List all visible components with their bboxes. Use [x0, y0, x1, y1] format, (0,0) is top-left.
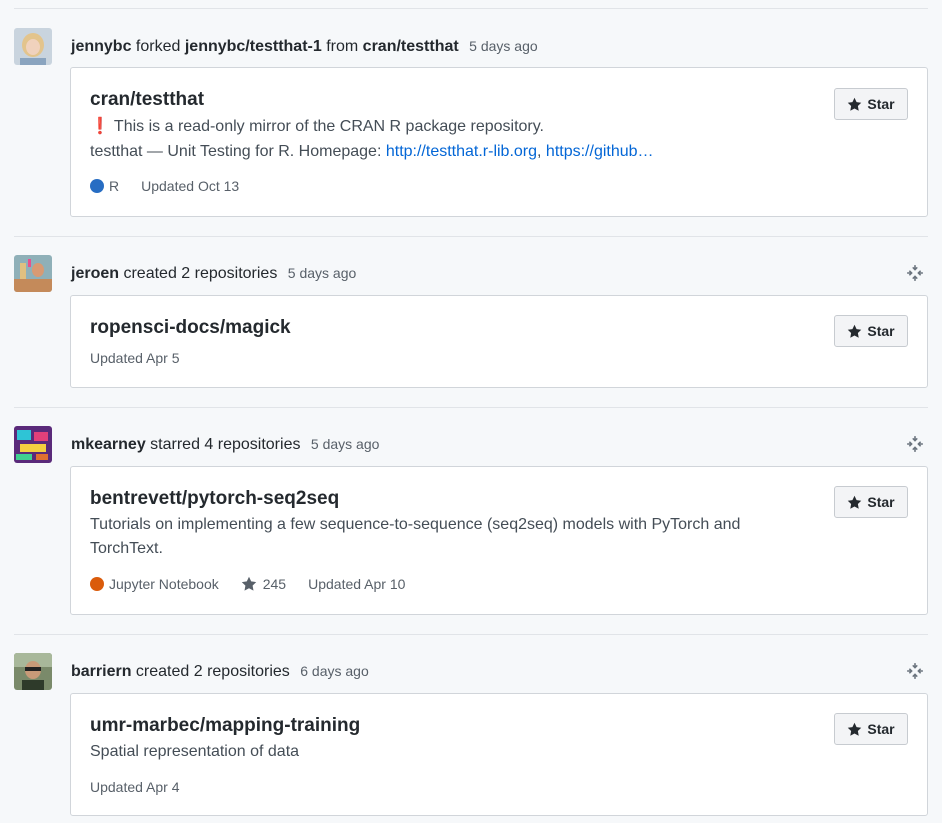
event-header: mkearney starred 4 repositories 5 days a… [71, 434, 379, 454]
repo-card: bentrevett/pytorch-seq2seq Tutorials on … [70, 466, 928, 615]
event-verb: created 2 repositories [123, 265, 278, 282]
star-icon [848, 97, 862, 111]
feed-divider [14, 634, 928, 635]
desc-text: This is a read-only mirror of the CRAN R… [113, 118, 544, 135]
language-name: Jupyter Notebook [109, 576, 219, 592]
github-link[interactable]: https://github… [546, 143, 654, 160]
repo-description: ❗ This is a read-only mirror of the CRAN … [90, 115, 790, 164]
repo-card: cran/testthat ❗ This is a read-only mirro… [70, 67, 928, 217]
unfold-icon[interactable] [906, 662, 924, 680]
event-time[interactable]: 5 days ago [288, 265, 357, 281]
star-label: Star [867, 323, 895, 339]
stargazers-link[interactable]: 245 [241, 575, 286, 593]
star-button[interactable]: Star [834, 88, 908, 120]
star-button[interactable]: Star [834, 486, 908, 518]
avatar[interactable] [14, 255, 52, 292]
fork-repo-link[interactable]: jennybc/testthat-1 [185, 38, 322, 55]
repo-title-link[interactable]: bentrevett/pytorch-seq2seq [90, 487, 339, 511]
event-time[interactable]: 6 days ago [300, 663, 369, 679]
repo-meta: Updated Apr 5 [90, 349, 180, 367]
repo-title-link[interactable]: cran/testthat [90, 88, 204, 112]
repo-meta: R Updated Oct 13 [90, 177, 239, 195]
source-repo-link[interactable]: cran/testthat [363, 38, 459, 55]
event-verb: starred 4 repositories [150, 436, 301, 453]
event-connector: from [326, 38, 359, 55]
actor-link[interactable]: mkearney [71, 436, 146, 453]
star-icon [848, 495, 862, 509]
actor-link[interactable]: jeroen [71, 265, 119, 282]
feed-divider [14, 236, 928, 237]
updated-text: Updated Apr 5 [90, 350, 180, 366]
star-label: Star [867, 721, 895, 737]
link-separator: , [537, 143, 546, 160]
stars-count: 245 [262, 576, 287, 592]
avatar[interactable] [14, 28, 52, 65]
language-color-dot [90, 179, 104, 193]
star-label: Star [867, 96, 895, 112]
event-header: barriern created 2 repositories 6 days a… [71, 661, 369, 681]
language-name: R [109, 178, 120, 194]
actor-link[interactable]: barriern [71, 663, 131, 680]
homepage-link[interactable]: http://testthat.r-lib.org [386, 143, 537, 160]
unfold-icon[interactable] [906, 264, 924, 282]
repo-card: ropensci-docs/magick Updated Apr 5 Star [70, 295, 928, 388]
feed-divider [14, 407, 928, 408]
updated-text: Updated Oct 13 [141, 178, 240, 194]
repo-card: umr-marbec/mapping-training Spatial repr… [70, 693, 928, 816]
repo-meta: Updated Apr 4 [90, 778, 180, 796]
desc-text: testthat — Unit Testing for R. Homepage: [90, 143, 386, 160]
event-header: jennybc forked jennybc/testthat-1 from c… [71, 36, 538, 56]
exclamation-icon: ❗ [90, 118, 110, 135]
event-time[interactable]: 5 days ago [469, 38, 538, 54]
repo-title-link[interactable]: umr-marbec/mapping-training [90, 714, 360, 738]
star-button[interactable]: Star [834, 315, 908, 347]
repo-description: Tutorials on implementing a few sequence… [90, 516, 741, 557]
repo-description: Spatial representation of data [90, 743, 300, 760]
event-header: jeroen created 2 repositories 5 days ago [71, 263, 356, 283]
star-label: Star [867, 494, 895, 510]
avatar[interactable] [14, 653, 52, 690]
repo-title-link[interactable]: ropensci-docs/magick [90, 316, 291, 340]
language: Jupyter Notebook [90, 575, 219, 593]
event-verb: forked [135, 38, 181, 55]
star-icon [848, 722, 862, 736]
feed-divider [14, 8, 928, 9]
language: R [90, 177, 119, 195]
repo-meta: Jupyter Notebook 245 Updated Apr 10 [90, 575, 405, 593]
event-verb: created 2 repositories [135, 663, 290, 680]
star-icon [241, 576, 256, 591]
actor-link[interactable]: jennybc [71, 38, 131, 55]
unfold-icon[interactable] [906, 435, 924, 453]
star-icon [848, 324, 862, 338]
event-time[interactable]: 5 days ago [311, 436, 380, 452]
avatar[interactable] [14, 426, 52, 463]
language-color-dot [90, 577, 104, 591]
updated-text: Updated Apr 10 [308, 576, 406, 592]
star-button[interactable]: Star [834, 713, 908, 745]
updated-text: Updated Apr 4 [90, 779, 180, 795]
